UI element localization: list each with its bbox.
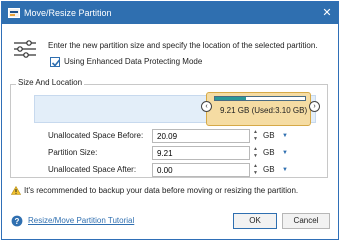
partition-usage-bar — [214, 96, 306, 101]
enhanced-mode-label: Using Enhanced Data Protecting Mode — [64, 57, 203, 66]
partition-size-label: 9.21 GB (Used:3.10 GB) — [220, 106, 308, 115]
backup-warning: It's recommended to backup your data bef… — [24, 186, 299, 195]
chevron-down-icon[interactable]: ▼ — [282, 165, 289, 175]
help-icon[interactable]: ? — [11, 215, 23, 227]
close-icon[interactable]: ✕ — [318, 4, 336, 22]
tutorial-link[interactable]: Resize/Move Partition Tutorial — [28, 216, 134, 226]
warning-icon — [11, 186, 21, 195]
unallocated-before-input[interactable] — [152, 129, 250, 143]
partition-app-icon — [8, 8, 20, 18]
resize-right-handle[interactable]: › — [309, 101, 320, 112]
resize-left-handle[interactable]: ‹ — [201, 101, 212, 112]
checkmark-icon — [51, 59, 61, 67]
unallocated-before-stepper[interactable]: ▲ ▼ — [251, 129, 260, 143]
partition-size-input[interactable] — [152, 146, 250, 160]
size-location-label: Size And Location — [16, 78, 85, 88]
unallocated-after-label: Unallocated Space After: — [48, 165, 137, 174]
partition-usage-fill — [215, 97, 246, 100]
ok-button[interactable]: OK — [233, 213, 277, 229]
partition-size-stepper[interactable]: ▲ ▼ — [251, 146, 260, 160]
sliders-icon — [14, 40, 36, 58]
dialog-title: Move/Resize Partition — [24, 8, 112, 18]
partition-size-unit[interactable]: GB — [263, 148, 280, 158]
enhanced-mode-checkbox[interactable] — [50, 57, 61, 67]
partition-size-field-label: Partition Size: — [48, 148, 98, 157]
unallocated-before-label: Unallocated Space Before: — [48, 131, 144, 140]
svg-text:?: ? — [15, 217, 20, 226]
unallocated-after-unit[interactable]: GB — [263, 165, 280, 175]
unallocated-before-unit[interactable]: GB — [263, 131, 280, 141]
cancel-button[interactable]: Cancel — [282, 213, 330, 229]
intro-text: Enter the new partition size and specify… — [48, 41, 318, 50]
unallocated-after-stepper[interactable]: ▲ ▼ — [251, 163, 260, 177]
chevron-down-icon[interactable]: ▼ — [282, 131, 289, 141]
title-bar[interactable]: Move/Resize Partition ✕ — [2, 2, 338, 24]
unallocated-after-input[interactable] — [152, 163, 250, 177]
chevron-down-icon[interactable]: ▼ — [282, 148, 289, 158]
